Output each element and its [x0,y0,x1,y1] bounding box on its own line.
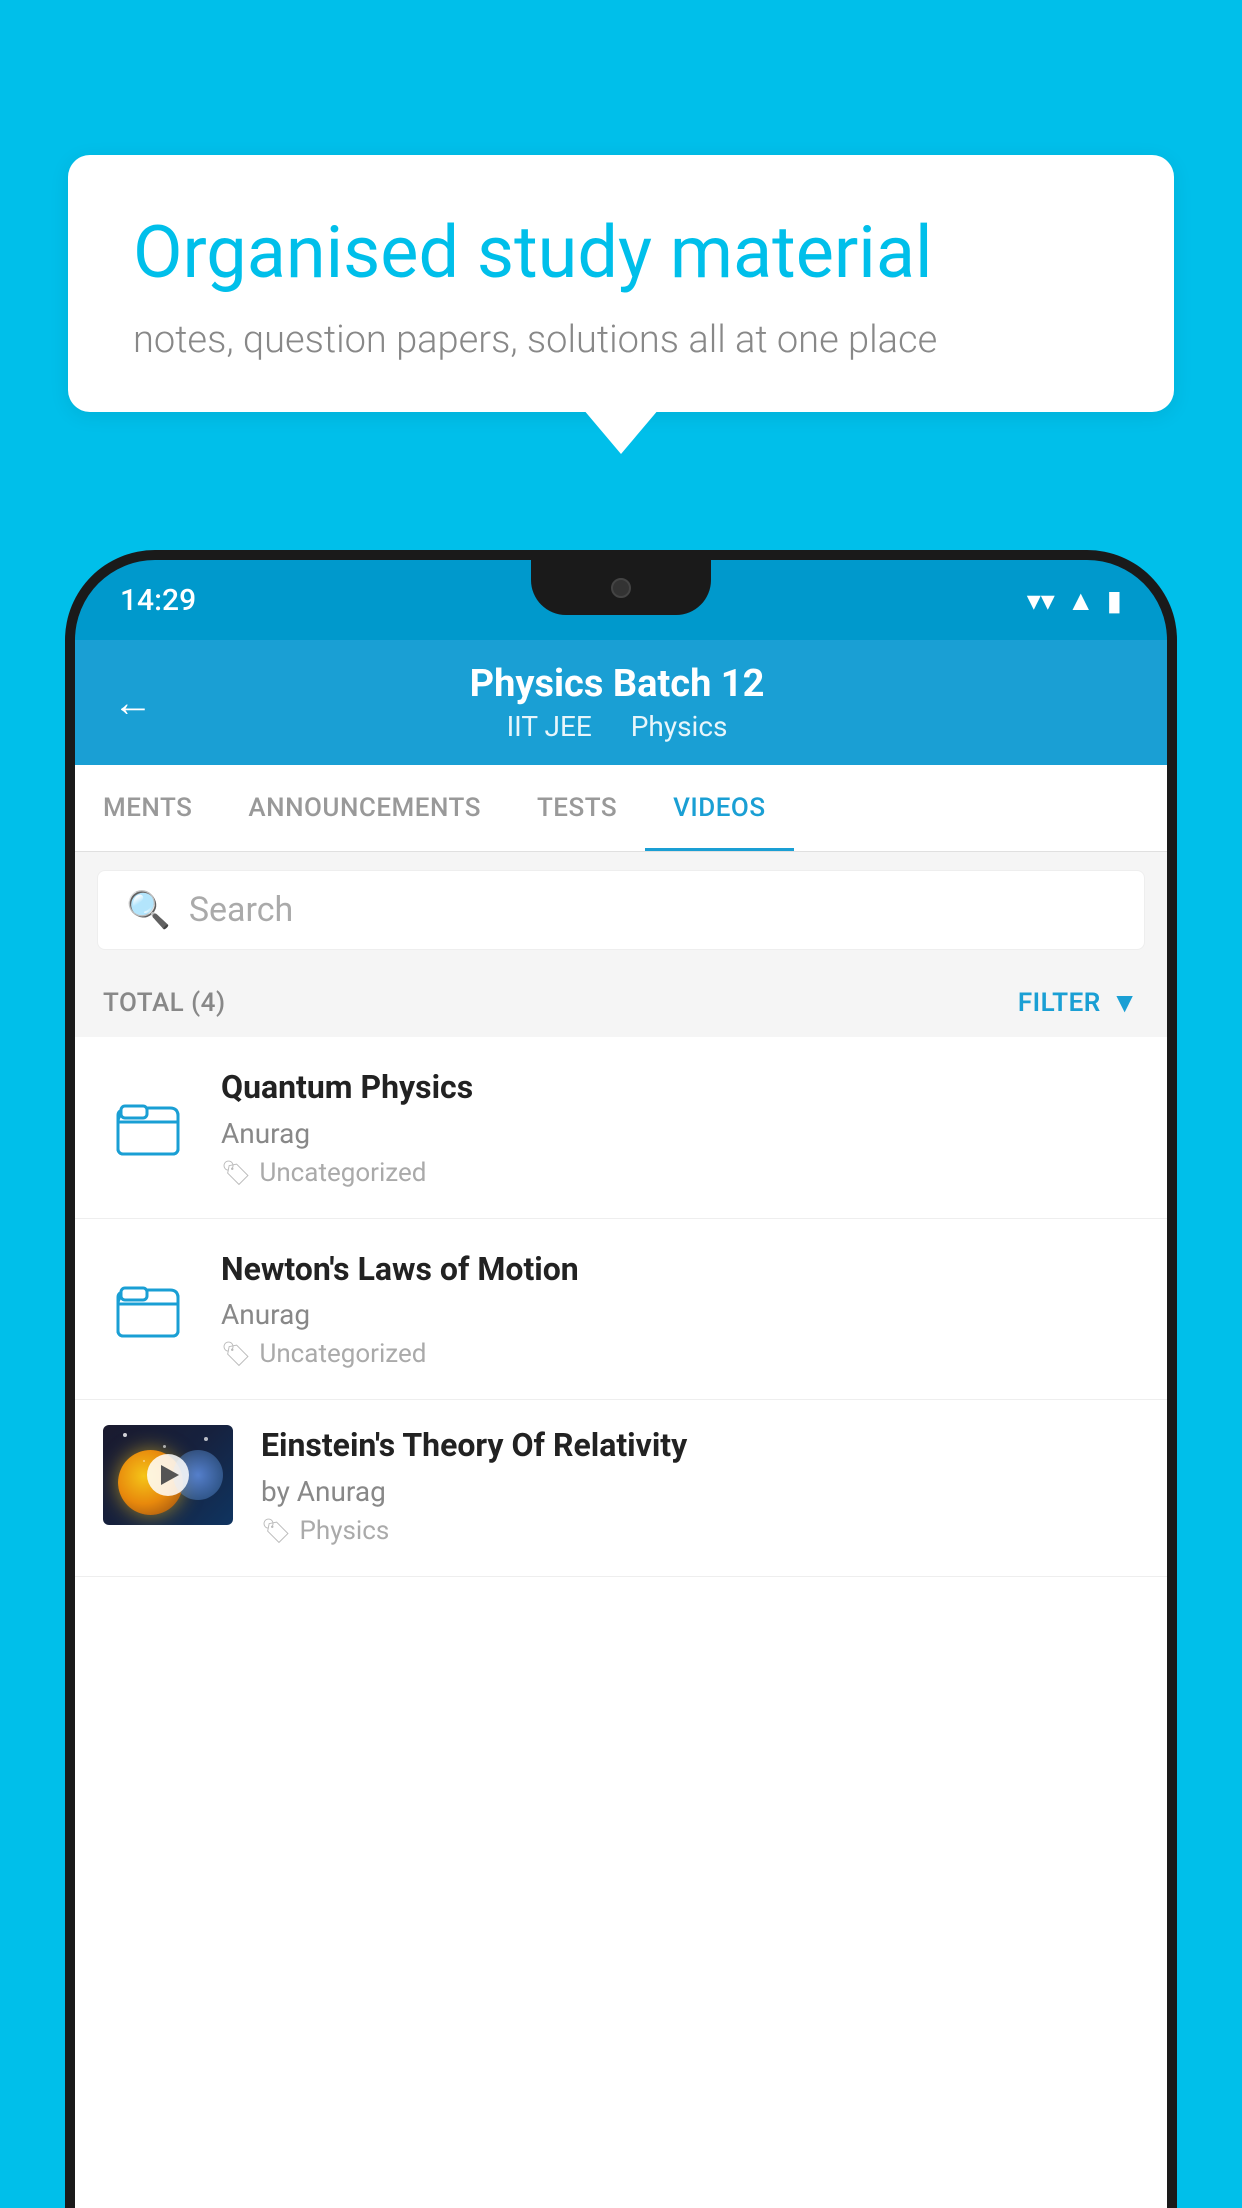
notch [531,560,711,615]
search-container: 🔍 Search [75,852,1167,968]
total-count: TOTAL (4) [103,988,226,1018]
folder-icon-wrap [103,1082,193,1172]
folder-icon-wrap [103,1264,193,1354]
video-info: Newton's Laws of Motion Anurag 🏷 Uncateg… [221,1249,1139,1370]
speech-bubble: Organised study material notes, question… [68,155,1174,412]
play-button[interactable] [147,1454,189,1496]
filter-funnel-icon: ▼ [1111,986,1139,1019]
back-button[interactable]: ← [113,679,153,726]
tabs-bar: MENTS ANNOUNCEMENTS TESTS VIDEOS [75,765,1167,852]
tab-videos[interactable]: VIDEOS [645,765,793,851]
battery-icon: ▮ [1107,584,1122,617]
header-title-group: Physics Batch 12 IIT JEE Physics [173,662,1061,743]
video-author: Anurag [221,1117,1139,1150]
video-title: Newton's Laws of Motion [221,1249,1139,1291]
tab-tests[interactable]: TESTS [509,765,645,851]
video-info: Quantum Physics Anurag 🏷 Uncategorized [221,1067,1139,1188]
tag-label: Uncategorized [259,1339,426,1369]
video-title: Einstein's Theory Of Relativity [261,1425,1139,1467]
bubble-subtitle: notes, question papers, solutions all at… [133,318,1109,362]
status-time: 14:29 [120,583,196,618]
batch-subtitle: IIT JEE Physics [173,710,1061,743]
folder-icon [113,1274,183,1344]
video-list: Quantum Physics Anurag 🏷 Uncategorized [75,1037,1167,1577]
video-tag: 🏷 Uncategorized [221,1339,1139,1369]
search-placeholder: Search [189,890,293,930]
video-tag: 🏷 Physics [261,1516,1139,1546]
video-thumbnail [103,1425,233,1525]
batch-title: Physics Batch 12 [173,662,1061,706]
status-icons: ▾▾ ▲ ▮ [1027,584,1122,617]
filter-button[interactable]: FILTER ▼ [1018,986,1139,1019]
subtitle-part2: Physics [631,710,728,743]
signal-icon: ▲ [1067,584,1095,617]
subtitle-part1: IIT JEE [507,710,592,743]
video-info: Einstein's Theory Of Relativity by Anura… [261,1425,1139,1546]
video-tag: 🏷 Uncategorized [221,1158,1139,1188]
video-title: Quantum Physics [221,1067,1139,1109]
list-item[interactable]: Newton's Laws of Motion Anurag 🏷 Uncateg… [75,1219,1167,1401]
video-author: by Anurag [261,1475,1139,1508]
tab-ments[interactable]: MENTS [75,765,220,851]
camera-dot [611,578,631,598]
wifi-icon: ▾▾ [1027,584,1055,617]
tag-label: Uncategorized [259,1158,426,1188]
thumbnail-bg [103,1425,233,1525]
list-item[interactable]: Quantum Physics Anurag 🏷 Uncategorized [75,1037,1167,1219]
phone-frame: 14:29 ▾▾ ▲ ▮ ← Physics Batch 12 IIT JEE [65,550,1177,2208]
tag-label: Physics [299,1516,389,1546]
tag-icon: 🏷 [221,1159,251,1187]
folder-icon [113,1092,183,1162]
video-author: Anurag [221,1298,1139,1331]
search-bar[interactable]: 🔍 Search [97,870,1145,950]
tab-announcements[interactable]: ANNOUNCEMENTS [220,765,509,851]
bubble-title: Organised study material [133,210,1109,296]
play-triangle-icon [161,1465,179,1485]
app-header: ← Physics Batch 12 IIT JEE Physics [75,640,1167,765]
list-item[interactable]: Einstein's Theory Of Relativity by Anura… [75,1400,1167,1577]
app-screen: ← Physics Batch 12 IIT JEE Physics MENTS… [75,640,1167,2208]
tag-icon: 🏷 [261,1517,291,1545]
status-bar: 14:29 ▾▾ ▲ ▮ [75,560,1167,640]
filter-label: FILTER [1018,988,1101,1018]
phone-inner: 14:29 ▾▾ ▲ ▮ ← Physics Batch 12 IIT JEE [75,560,1167,2208]
tag-icon: 🏷 [221,1340,251,1368]
speech-bubble-section: Organised study material notes, question… [68,155,1174,412]
search-icon: 🔍 [126,889,171,931]
filter-bar: TOTAL (4) FILTER ▼ [75,968,1167,1037]
